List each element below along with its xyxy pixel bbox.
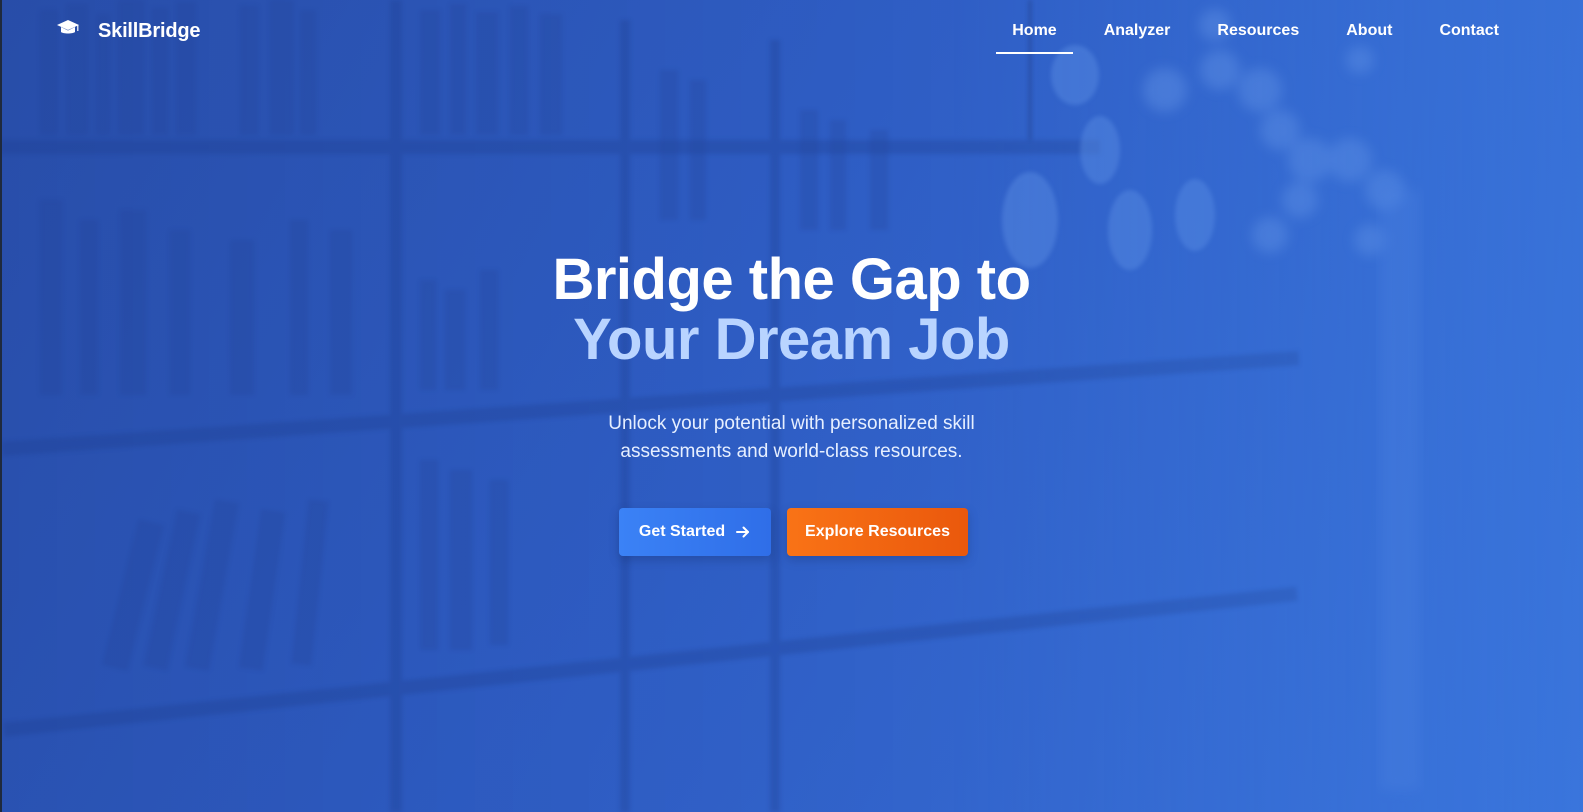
nav-item-resources[interactable]: Resources — [1201, 20, 1315, 54]
nav-item-contact[interactable]: Contact — [1423, 20, 1515, 54]
nav-item-home[interactable]: Home — [996, 20, 1074, 54]
graduation-cap-icon — [57, 19, 79, 33]
page: SkillBridge Home Analyzer Resources Abou… — [0, 0, 1583, 812]
get-started-label: Get Started — [638, 523, 726, 540]
arrow-right-icon — [736, 526, 750, 538]
hero-title-line1: Bridge the Gap to — [552, 247, 1031, 312]
explore-resources-label: Explore Resources — [805, 523, 950, 540]
hero-subtitle: Unlock your potential with personalized … — [608, 413, 975, 462]
brand-name: SkillBridge — [98, 20, 201, 42]
hero-section: Bridge the Gap to Your Dream Job Unlock … — [0, 250, 1583, 556]
hero-title: Bridge the Gap to Your Dream Job — [0, 250, 1583, 370]
nav-item-about[interactable]: About — [1330, 20, 1408, 54]
brand-logo-link[interactable]: SkillBridge — [56, 14, 200, 43]
explore-resources-button[interactable]: Explore Resources — [787, 508, 968, 556]
nav-item-analyzer[interactable]: Analyzer — [1088, 20, 1187, 54]
navbar: SkillBridge Home Analyzer Resources Abou… — [0, 0, 1583, 62]
hero-actions: Get Started Explore Resources — [0, 508, 1583, 556]
nav-menu: Home Analyzer Resources About Contact — [981, 20, 1515, 54]
get-started-button[interactable]: Get Started — [619, 508, 771, 556]
hero-title-line2: Your Dream Job — [573, 307, 1010, 372]
